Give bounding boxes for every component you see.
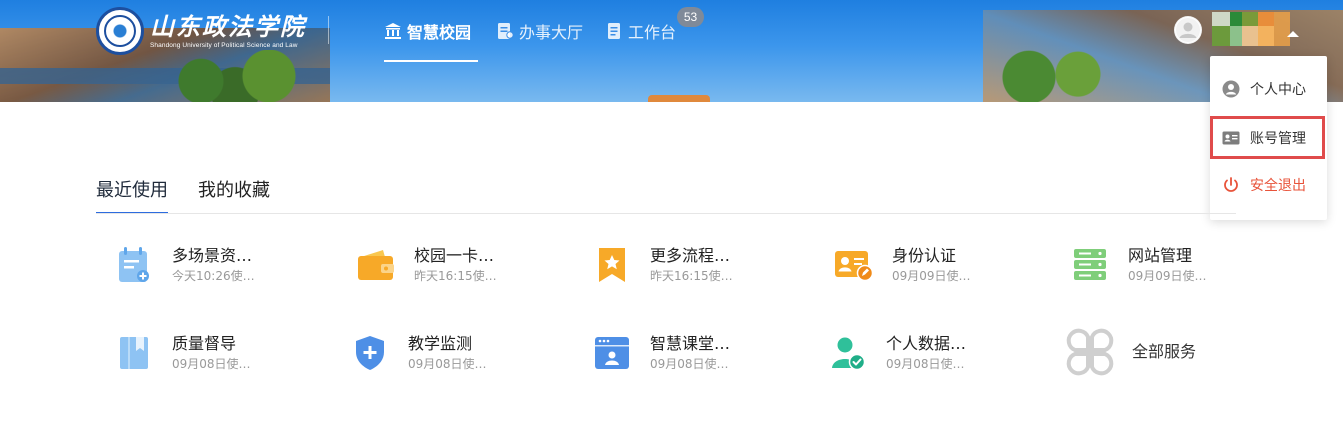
main-nav: 智慧校园 办事大厅 工作台 [384, 0, 695, 62]
dropdown-caret-icon [1287, 31, 1299, 37]
shield-plus-icon [350, 333, 390, 373]
app-more-processes[interactable]: 更多流程… 昨天16:15使… [592, 240, 733, 290]
trees-left [150, 50, 320, 102]
app-title: 教学监测 [408, 334, 473, 353]
school-seal-icon [96, 7, 144, 55]
app-all-services[interactable]: 全部服务 [1062, 324, 1196, 380]
app-title: 身份认证 [892, 246, 957, 265]
user-avatar-icon [1174, 16, 1202, 44]
book-bookmark-icon [114, 333, 154, 373]
app-title: 智慧课堂… [650, 334, 731, 353]
logo-chinese-name: 山东政法学院 [150, 11, 306, 41]
nav-smart-campus[interactable]: 智慧校园 [384, 0, 478, 62]
nav-label: 办事大厅 [519, 23, 584, 42]
user-circle-icon [1222, 80, 1240, 98]
app-last-used: 今天10:26使… [172, 269, 255, 283]
tab-recent[interactable]: 最近使用 [96, 176, 168, 214]
app-title: 个人数据… [886, 334, 967, 353]
notebook-icon [605, 22, 623, 40]
app-last-used: 09月09日使… [1128, 269, 1207, 283]
username-redacted [1206, 12, 1310, 48]
app-last-used: 09月08日使… [886, 357, 965, 371]
notification-badge: 53 [677, 7, 704, 27]
menu-item-label: 个人中心 [1250, 82, 1306, 98]
tabs-divider [96, 213, 1236, 214]
nav-label: 智慧校园 [407, 23, 472, 42]
app-identity-auth[interactable]: 身份认证 09月09日使… [834, 240, 971, 290]
app-smart-classroom[interactable]: 智慧课堂… 09月08日使… [592, 328, 730, 378]
app-multi-scene-resource[interactable]: 多场景资… 今天10:26使… [114, 240, 255, 290]
user-check-icon [828, 333, 868, 373]
app-last-used: 09月08日使… [650, 357, 729, 371]
school-logo[interactable]: 山东政法学院 Shandong University of Political … [96, 7, 306, 55]
menu-item-label: 安全退出 [1250, 178, 1306, 194]
logo-english-name: Shandong University of Political Science… [150, 41, 298, 49]
clover-grid-icon [1062, 324, 1118, 380]
app-title: 质量督导 [172, 334, 237, 353]
wallet-icon [356, 245, 396, 285]
account-management-highlight-box [1210, 116, 1325, 159]
app-last-used: 09月08日使… [172, 357, 251, 371]
browser-window-icon [592, 333, 632, 373]
banner-ornament [648, 95, 710, 102]
app-website-management[interactable]: 网站管理 09月09日使… [1070, 240, 1207, 290]
app-title: 更多流程… [650, 246, 731, 265]
menu-item-logout[interactable]: 安全退出 [1210, 165, 1327, 205]
trees-right [973, 40, 1113, 102]
id-card-edit-icon [834, 245, 874, 285]
tab-favorites[interactable]: 我的收藏 [198, 176, 270, 214]
nav-service-hall[interactable]: 办事大厅 [496, 0, 591, 62]
app-title: 网站管理 [1128, 246, 1193, 265]
bookmark-star-icon [592, 245, 632, 285]
server-icon [1070, 245, 1110, 285]
nav-label: 工作台 [628, 23, 677, 42]
app-last-used: 09月08日使… [408, 357, 487, 371]
app-title: 校园一卡… [414, 246, 495, 265]
document-icon [496, 22, 514, 40]
user-menu-trigger[interactable] [1174, 12, 1310, 48]
app-title: 全部服务 [1132, 342, 1197, 361]
app-campus-card[interactable]: 校园一卡… 昨天16:15使… [356, 240, 497, 290]
app-title: 多场景资… [172, 246, 253, 265]
bank-icon [384, 22, 402, 40]
header-divider [328, 16, 329, 44]
app-personal-data[interactable]: 个人数据… 09月08日使… [828, 328, 966, 378]
calendar-add-icon [114, 245, 154, 285]
power-icon [1222, 176, 1240, 194]
app-last-used: 昨天16:15使… [650, 269, 733, 283]
app-teaching-monitoring[interactable]: 教学监测 09月08日使… [350, 328, 487, 378]
app-quality-supervision[interactable]: 质量督导 09月08日使… [114, 328, 251, 378]
app-last-used: 昨天16:15使… [414, 269, 497, 283]
service-tabs: 最近使用 我的收藏 [96, 176, 270, 214]
app-last-used: 09月09日使… [892, 269, 971, 283]
menu-item-personal-center[interactable]: 个人中心 [1210, 69, 1327, 109]
